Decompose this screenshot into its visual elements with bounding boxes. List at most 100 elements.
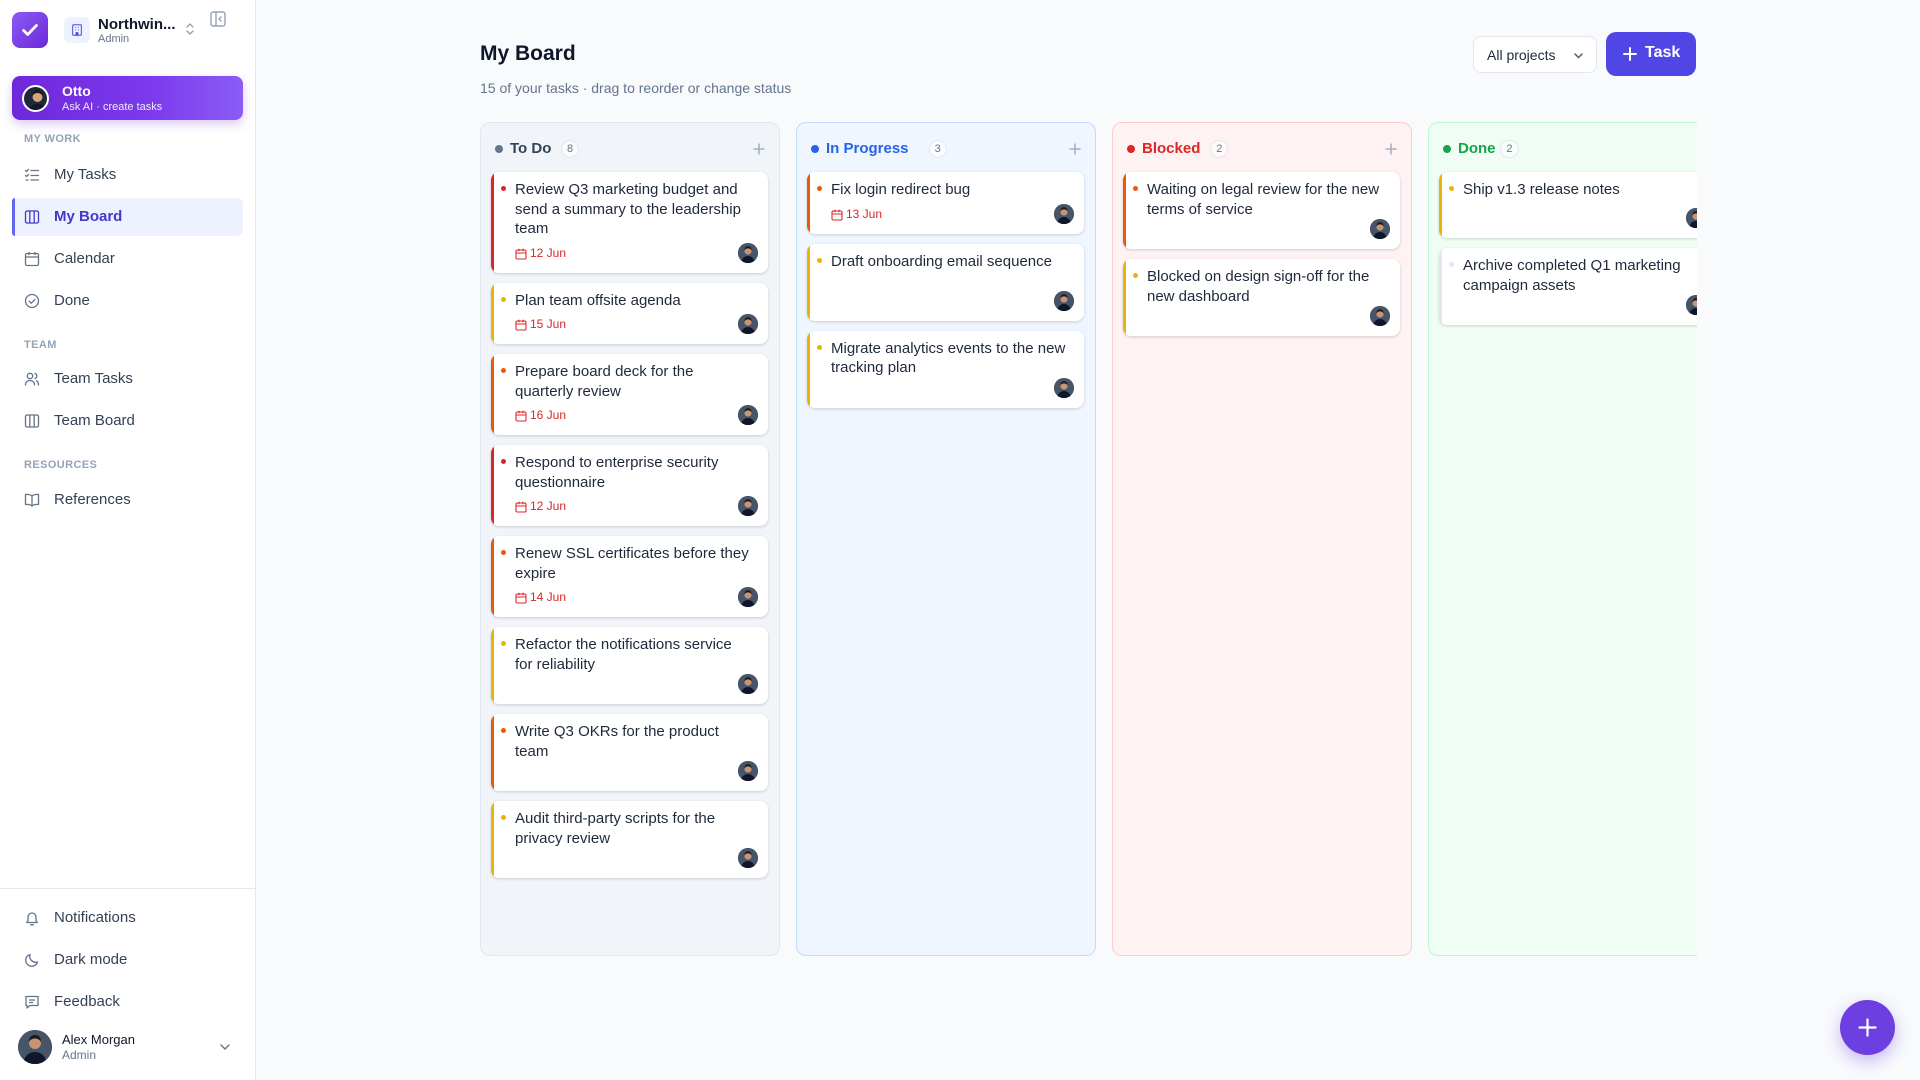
task-card[interactable]: Draft onboarding email sequence [807,243,1084,321]
column-title: To Do [510,140,552,157]
chevron-down-icon [1574,53,1583,59]
priority-dot [501,296,506,302]
priority-bar [807,330,810,408]
ai-assistant-button[interactable]: Otto Ask AI · create tasks [12,76,243,120]
quick-add-button[interactable] [1840,1000,1895,1055]
task-card[interactable]: Archive completed Q1 marketing campaign … [1439,248,1697,325]
task-title: Audit third-party scripts for the privac… [515,810,716,847]
column-header: Done 2 [1443,139,1697,159]
assignee-avatar[interactable] [738,496,758,516]
list-check-icon [24,168,40,181]
task-card[interactable]: Prepare board deck for the quarterly rev… [491,354,768,435]
add-card-icon[interactable] [1069,143,1081,155]
priority-dot [1133,273,1138,278]
task-card[interactable]: Respond to enterprise security questionn… [491,445,768,526]
assignee-avatar[interactable] [738,761,758,781]
assignee-avatar[interactable] [1686,208,1697,228]
priority-bar [1123,172,1126,249]
assignee-avatar[interactable] [1054,290,1074,311]
sidebar-item-calendar[interactable]: Calendar [12,240,243,278]
due-date-text: 12 Jun [530,499,567,513]
assignee-avatar[interactable] [738,848,758,868]
new-task-button[interactable]: Task [1606,32,1696,76]
assignee-avatar[interactable] [1370,306,1390,326]
board-column-done: Done 2 Ship v1.3 release notes Archive comp… [1428,122,1697,956]
task-card[interactable]: Ship v1.3 release notes [1439,172,1697,238]
priority-bar [1439,172,1442,238]
calendar-icon [515,247,527,260]
task-card[interactable]: Write Q3 OKRs for the product team [491,714,768,791]
check-circle-icon [24,293,40,309]
task-title: Archive completed Q1 marketing campaign … [1463,257,1681,294]
assignee-avatar[interactable] [1054,203,1074,224]
sidebar: Northwin... Admin Otto Ask AI · create t… [0,0,256,1080]
sidebar-item-feedback[interactable]: Feedback [12,983,243,1021]
project-filter-select[interactable]: All projects [1473,36,1597,73]
sidebar-item-team-board[interactable]: Team Board [12,402,243,440]
task-card[interactable]: Audit third-party scripts for the privac… [491,801,768,878]
assignee-avatar[interactable] [738,587,758,607]
sidebar-item-my-tasks[interactable]: My Tasks [12,156,243,194]
column-count: 3 [928,140,947,158]
sidebar-item-references[interactable]: References [12,481,243,519]
board-column-in-progress: In Progress 3 Fix login redirect bug 13 Jun… [796,122,1096,956]
column-header: Blocked 2 [1127,139,1397,159]
add-card-icon[interactable] [753,143,765,155]
task-card[interactable]: Renew SSL certificates before they expir… [491,536,768,617]
task-title: Fix login redirect bug [831,181,971,198]
calendar-icon [515,409,527,422]
task-card[interactable]: Waiting on legal review for the new term… [1123,172,1400,249]
sidebar-item-team-tasks[interactable]: Team Tasks [12,360,243,398]
assignee-avatar[interactable] [1686,295,1697,315]
sidebar-item-label: References [54,491,131,508]
assignee-avatar[interactable] [738,405,758,425]
task-card[interactable]: Plan team offsite agenda 15 Jun [491,282,768,344]
task-card[interactable]: Refactor the notifications service for r… [491,627,768,704]
sidebar-item-label: My Tasks [54,166,117,183]
bell-icon [26,912,38,926]
assistant-avatar [22,85,49,112]
task-card[interactable]: Fix login redirect bug 13 Jun [807,172,1084,234]
message-icon [25,995,39,1009]
building-icon [64,17,90,43]
section-my-work: MY WORK [24,133,81,145]
dark-mode-toggle[interactable]: Dark mode [12,941,243,979]
sidebar-item-label: My Board [54,208,123,225]
due-date-text: 13 Jun [846,206,883,221]
sidebar-item-label: Team Board [54,412,135,429]
task-title: Ship v1.3 release notes [1463,181,1620,198]
sidebar-item-label: Dark mode [54,951,128,968]
add-card-icon[interactable] [1385,143,1397,155]
priority-dot [501,368,506,373]
task-card[interactable]: Blocked on design sign-off for the new d… [1123,259,1400,336]
priority-dot [817,257,822,263]
sidebar-item-my-board[interactable]: My Board [12,198,243,236]
kanban-board: To Do 8 Review Q3 marketing budget and sen… [480,122,1697,956]
sidebar-item-notifications[interactable]: Notifications [12,899,243,937]
assistant-name: Otto [62,83,91,99]
sidebar-item-done[interactable]: Done [12,282,243,320]
user-menu[interactable]: Alex Morgan Admin [18,1030,238,1066]
priority-bar [1123,259,1126,336]
workspace-name: Northwin... [98,16,176,33]
avatar [18,1030,52,1064]
due-date-text: 14 Jun [530,590,567,604]
priority-bar [491,536,494,617]
assignee-avatar[interactable] [738,242,758,263]
priority-bar [491,714,494,791]
users-icon [24,372,40,386]
priority-dot [1133,186,1138,191]
sidebar-divider [0,888,256,889]
priority-bar [491,354,494,435]
status-dot [811,145,819,153]
assignee-avatar[interactable] [738,314,758,334]
assignee-avatar[interactable] [738,674,758,694]
task-card[interactable]: Review Q3 marketing budget and send a su… [491,172,768,273]
book-icon [24,493,40,507]
priority-dot [501,186,506,191]
task-card[interactable]: Migrate analytics events to the new trac… [807,330,1084,408]
calendar-icon [24,252,40,267]
assignee-avatar[interactable] [1370,219,1390,239]
collapse-sidebar-icon[interactable] [208,9,228,29]
assignee-avatar[interactable] [1054,377,1074,398]
